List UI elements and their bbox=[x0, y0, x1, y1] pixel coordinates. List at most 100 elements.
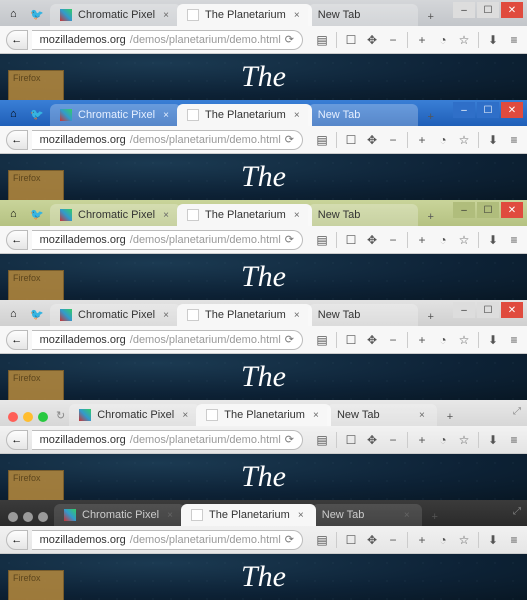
twitter-icon[interactable]: 🐦 bbox=[30, 108, 44, 122]
tab-close-icon[interactable]: × bbox=[292, 310, 302, 321]
feed-icon[interactable]: ▤ bbox=[315, 133, 329, 147]
history-icon[interactable]: ◔ bbox=[436, 433, 450, 447]
tab-close-icon[interactable]: × bbox=[311, 410, 321, 421]
tab-close-icon[interactable]: × bbox=[417, 410, 427, 421]
back-button[interactable]: ← bbox=[6, 530, 28, 550]
reader-icon[interactable]: ☐ bbox=[344, 433, 358, 447]
history-icon[interactable]: ◔ bbox=[436, 33, 450, 47]
tab-close-icon[interactable]: × bbox=[292, 210, 302, 221]
bookmark-star-icon[interactable]: ☆ bbox=[457, 333, 471, 347]
url-bar[interactable]: mozillademos.org/demos/planetarium/demo.… bbox=[32, 230, 303, 250]
window-close-button[interactable]: ✕ bbox=[501, 102, 523, 118]
tab-chromatic-pixel[interactable]: Chromatic Pixel × bbox=[69, 404, 200, 426]
twitter-icon[interactable]: 🐦 bbox=[30, 308, 44, 322]
tab-chromatic-pixel[interactable]: Chromatic Pixel × bbox=[54, 504, 185, 526]
mac-close-button[interactable] bbox=[8, 512, 18, 522]
zoom-in-icon[interactable]: + bbox=[415, 333, 429, 347]
tab-planetarium[interactable]: The Planetarium × bbox=[196, 404, 331, 426]
reload-icon[interactable]: ⟳ bbox=[285, 533, 294, 546]
window-maximize-button[interactable]: ☐ bbox=[477, 202, 499, 218]
tab-close-icon[interactable]: × bbox=[161, 210, 171, 221]
tab-new-tab[interactable]: New Tab bbox=[308, 104, 418, 126]
back-button[interactable]: ← bbox=[6, 430, 28, 450]
move-icon[interactable]: ✥ bbox=[365, 33, 379, 47]
window-minimize-button[interactable]: – bbox=[453, 2, 475, 18]
tab-planetarium[interactable]: The Planetarium × bbox=[177, 4, 312, 26]
hamburger-menu-icon[interactable]: ≡ bbox=[507, 133, 521, 147]
history-icon[interactable]: ◔ bbox=[436, 533, 450, 547]
reload-icon[interactable]: ⟳ bbox=[285, 233, 294, 246]
window-minimize-button[interactable]: – bbox=[453, 202, 475, 218]
mac-fullscreen-icon[interactable]: ⤢ bbox=[513, 406, 521, 417]
hamburger-menu-icon[interactable]: ≡ bbox=[507, 433, 521, 447]
zoom-in-icon[interactable]: + bbox=[415, 233, 429, 247]
reader-icon[interactable]: ☐ bbox=[344, 333, 358, 347]
zoom-out-icon[interactable]: − bbox=[386, 33, 400, 47]
tab-close-icon[interactable]: × bbox=[296, 510, 306, 521]
window-minimize-button[interactable]: – bbox=[453, 302, 475, 318]
zoom-out-icon[interactable]: − bbox=[386, 533, 400, 547]
mac-zoom-button[interactable] bbox=[38, 512, 48, 522]
new-tab-button[interactable]: + bbox=[424, 508, 446, 526]
window-maximize-button[interactable]: ☐ bbox=[477, 2, 499, 18]
tab-planetarium[interactable]: The Planetarium × bbox=[177, 204, 312, 226]
hamburger-menu-icon[interactable]: ≡ bbox=[507, 233, 521, 247]
reader-icon[interactable]: ☐ bbox=[344, 133, 358, 147]
tab-new-tab[interactable]: New Tab × bbox=[312, 504, 422, 526]
window-maximize-button[interactable]: ☐ bbox=[477, 302, 499, 318]
zoom-out-icon[interactable]: − bbox=[386, 133, 400, 147]
zoom-out-icon[interactable]: − bbox=[386, 433, 400, 447]
reader-icon[interactable]: ☐ bbox=[344, 33, 358, 47]
bookmark-star-icon[interactable]: ☆ bbox=[457, 233, 471, 247]
window-close-button[interactable]: ✕ bbox=[501, 2, 523, 18]
new-tab-button[interactable]: + bbox=[439, 408, 461, 426]
downloads-icon[interactable]: ⬇ bbox=[486, 33, 500, 47]
tab-close-icon[interactable]: × bbox=[180, 410, 190, 421]
feed-icon[interactable]: ▤ bbox=[315, 433, 329, 447]
reload-icon[interactable]: ⟳ bbox=[285, 133, 294, 146]
bookmark-star-icon[interactable]: ☆ bbox=[457, 533, 471, 547]
tab-new-tab[interactable]: New Tab × bbox=[327, 404, 437, 426]
mac-fullscreen-icon[interactable]: ⤢ bbox=[513, 506, 521, 517]
mac-minimize-button[interactable] bbox=[23, 412, 33, 422]
zoom-in-icon[interactable]: + bbox=[415, 533, 429, 547]
twitter-icon[interactable]: 🐦 bbox=[30, 8, 44, 22]
twitter-icon[interactable]: 🐦 bbox=[30, 208, 44, 222]
reader-icon[interactable]: ☐ bbox=[344, 533, 358, 547]
back-button[interactable]: ← bbox=[6, 130, 28, 150]
back-button[interactable]: ← bbox=[6, 330, 28, 350]
hamburger-menu-icon[interactable]: ≡ bbox=[507, 533, 521, 547]
zoom-in-icon[interactable]: + bbox=[415, 133, 429, 147]
tab-chromatic-pixel[interactable]: Chromatic Pixel × bbox=[50, 304, 181, 326]
new-tab-button[interactable]: + bbox=[420, 108, 442, 126]
reader-icon[interactable]: ☐ bbox=[344, 233, 358, 247]
move-icon[interactable]: ✥ bbox=[365, 233, 379, 247]
hamburger-menu-icon[interactable]: ≡ bbox=[507, 333, 521, 347]
reload-icon[interactable]: ⟳ bbox=[285, 433, 294, 446]
url-bar[interactable]: mozillademos.org/demos/planetarium/demo.… bbox=[32, 530, 303, 550]
tab-close-icon[interactable]: × bbox=[161, 110, 171, 121]
zoom-in-icon[interactable]: + bbox=[415, 33, 429, 47]
downloads-icon[interactable]: ⬇ bbox=[486, 433, 500, 447]
home-icon[interactable]: ⌂ bbox=[10, 8, 24, 22]
tab-close-icon[interactable]: × bbox=[161, 10, 171, 21]
zoom-in-icon[interactable]: + bbox=[415, 433, 429, 447]
move-icon[interactable]: ✥ bbox=[365, 533, 379, 547]
tab-close-icon[interactable]: × bbox=[402, 510, 412, 521]
tab-close-icon[interactable]: × bbox=[165, 510, 175, 521]
tab-planetarium[interactable]: The Planetarium × bbox=[181, 504, 316, 526]
feed-icon[interactable]: ▤ bbox=[315, 533, 329, 547]
home-icon[interactable]: ⌂ bbox=[10, 308, 24, 322]
mac-zoom-button[interactable] bbox=[38, 412, 48, 422]
zoom-out-icon[interactable]: − bbox=[386, 233, 400, 247]
move-icon[interactable]: ✥ bbox=[365, 133, 379, 147]
hamburger-menu-icon[interactable]: ≡ bbox=[507, 33, 521, 47]
tab-new-tab[interactable]: New Tab bbox=[308, 304, 418, 326]
move-icon[interactable]: ✥ bbox=[365, 333, 379, 347]
back-button[interactable]: ← bbox=[6, 30, 28, 50]
sync-icon[interactable]: ↻ bbox=[54, 409, 69, 426]
history-icon[interactable]: ◔ bbox=[436, 133, 450, 147]
feed-icon[interactable]: ▤ bbox=[315, 333, 329, 347]
downloads-icon[interactable]: ⬇ bbox=[486, 533, 500, 547]
reload-icon[interactable]: ⟳ bbox=[285, 33, 294, 46]
